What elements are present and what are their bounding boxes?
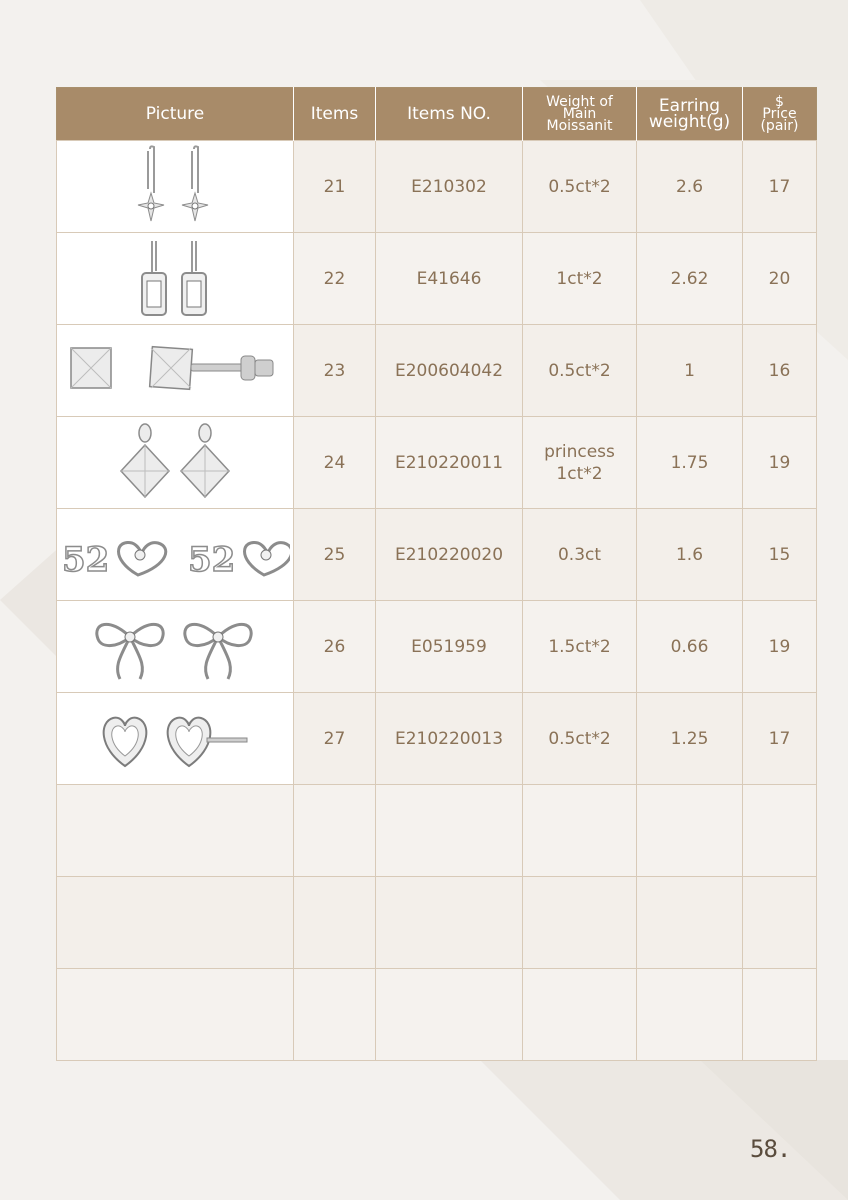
empty-table-row — [56, 968, 817, 1061]
weight-text: 1.5ct*2 — [548, 636, 611, 657]
empty-table-row — [56, 876, 817, 969]
item-code-cell: E210302 — [375, 140, 523, 233]
weight-text: 1ct*2 — [556, 463, 603, 484]
table-row: 26 E051959 1.5ct*2 0.66 19 — [56, 600, 817, 693]
product-table: Picture Items Items NO. Weight of Main M… — [56, 87, 817, 1061]
header-weight-main: Weight of Main Moissanit — [522, 87, 637, 141]
item-code-cell: E200604042 — [375, 324, 523, 417]
main-moissanite-weight-cell: 0.3ct — [522, 508, 637, 601]
header-price-line: (pair) — [760, 118, 799, 134]
item-code-cell: E41646 — [375, 232, 523, 325]
product-image-cell: 52 52 — [56, 508, 294, 601]
header-earring-weight: Earring weight(g) — [636, 87, 743, 141]
empty-cell — [375, 784, 523, 877]
bow-stud-earrings-image — [95, 622, 253, 680]
main-moissanite-weight-cell: 0.5ct*2 — [522, 140, 637, 233]
empty-cell — [636, 876, 743, 969]
weight-text: 0.5ct*2 — [548, 728, 611, 749]
product-image-cell — [56, 324, 294, 417]
main-moissanite-weight-cell: 0.5ct*2 — [522, 692, 637, 785]
weight-text: 0.5ct*2 — [548, 360, 611, 381]
product-image-cell — [56, 600, 294, 693]
item-code-cell: E210220020 — [375, 508, 523, 601]
weight-text: 0.5ct*2 — [548, 176, 611, 197]
main-moissanite-weight-cell: princess 1ct*2 — [522, 416, 637, 509]
product-image-cell — [56, 416, 294, 509]
item-number-cell: 23 — [293, 324, 376, 417]
earring-weight-cell: 1 — [636, 324, 743, 417]
earring-weight-cell: 2.62 — [636, 232, 743, 325]
price-cell: 17 — [742, 692, 817, 785]
princess-cut-drop-earrings-image — [119, 422, 231, 498]
item-number-cell: 27 — [293, 692, 376, 785]
520-heart-stud-earrings-image: 52 52 — [61, 539, 290, 580]
weight-text: 0.3ct — [557, 544, 602, 565]
price-cell: 19 — [742, 600, 817, 693]
item-number-cell: 22 — [293, 232, 376, 325]
empty-cell — [522, 968, 637, 1061]
empty-cell — [293, 876, 376, 969]
table-row: 27 E210220013 0.5ct*2 1.25 17 — [56, 692, 817, 785]
item-number-cell: 26 — [293, 600, 376, 693]
table-row: 23 E200604042 0.5ct*2 1 16 — [56, 324, 817, 417]
header-price: $ Price (pair) — [742, 87, 817, 141]
table-row: 21 E210302 0.5ct*2 2.6 17 — [56, 140, 817, 233]
main-moissanite-weight-cell: 0.5ct*2 — [522, 324, 637, 417]
empty-cell — [293, 784, 376, 877]
price-cell: 19 — [742, 416, 817, 509]
header-picture: Picture — [56, 87, 294, 141]
header-weight-main-line: Moissanit — [546, 118, 613, 134]
price-cell: 17 — [742, 140, 817, 233]
item-number-cell: 24 — [293, 416, 376, 509]
table-row: 24 E210220011 princess 1ct*2 1.75 19 — [56, 416, 817, 509]
empty-cell — [522, 876, 637, 969]
svg-text:52: 52 — [188, 540, 235, 580]
main-moissanite-weight-cell: 1ct*2 — [522, 232, 637, 325]
item-code-cell: E051959 — [375, 600, 523, 693]
earring-weight-cell: 1.75 — [636, 416, 743, 509]
price-cell: 20 — [742, 232, 817, 325]
empty-cell — [375, 876, 523, 969]
empty-cell — [636, 968, 743, 1061]
empty-cell — [375, 968, 523, 1061]
table-row: 22 E41646 1ct*2 2.62 20 — [56, 232, 817, 325]
weight-text: princess — [544, 441, 615, 462]
header-items: Items — [293, 87, 376, 141]
page-number: 58. — [750, 1135, 791, 1163]
item-number-cell: 25 — [293, 508, 376, 601]
empty-cell — [56, 968, 294, 1061]
table-row: 52 52 25 E210220020 0.3ct 1.6 15 — [56, 508, 817, 601]
princess-cut-stud-earrings-image — [70, 345, 274, 390]
emerald-cut-halo-drop-earrings-image — [141, 240, 207, 316]
main-moissanite-weight-cell: 1.5ct*2 — [522, 600, 637, 693]
item-number-cell: 21 — [293, 140, 376, 233]
earring-weight-cell: 0.66 — [636, 600, 743, 693]
empty-cell — [522, 784, 637, 877]
empty-cell — [742, 876, 817, 969]
header-earring-weight-line: weight(g) — [648, 112, 731, 132]
price-cell: 15 — [742, 508, 817, 601]
header-items-no: Items NO. — [375, 87, 523, 141]
product-image-cell — [56, 232, 294, 325]
earring-weight-cell: 2.6 — [636, 140, 743, 233]
earring-weight-cell: 1.25 — [636, 692, 743, 785]
price-cell: 16 — [742, 324, 817, 417]
svg-text:52: 52 — [62, 540, 109, 580]
empty-cell — [56, 876, 294, 969]
table-header-row: Picture Items Items NO. Weight of Main M… — [56, 87, 817, 141]
product-image-cell — [56, 692, 294, 785]
item-code-cell: E210220013 — [375, 692, 523, 785]
empty-cell — [742, 784, 817, 877]
flower-drop-earrings-image — [137, 144, 209, 221]
empty-table-row — [56, 784, 817, 877]
empty-cell — [56, 784, 294, 877]
empty-cell — [742, 968, 817, 1061]
earring-weight-cell: 1.6 — [636, 508, 743, 601]
empty-cell — [636, 784, 743, 877]
product-image-cell — [56, 140, 294, 233]
empty-cell — [293, 968, 376, 1061]
weight-text: 1ct*2 — [556, 268, 603, 289]
item-code-cell: E210220011 — [375, 416, 523, 509]
heart-halo-stud-earrings-image — [102, 716, 248, 767]
